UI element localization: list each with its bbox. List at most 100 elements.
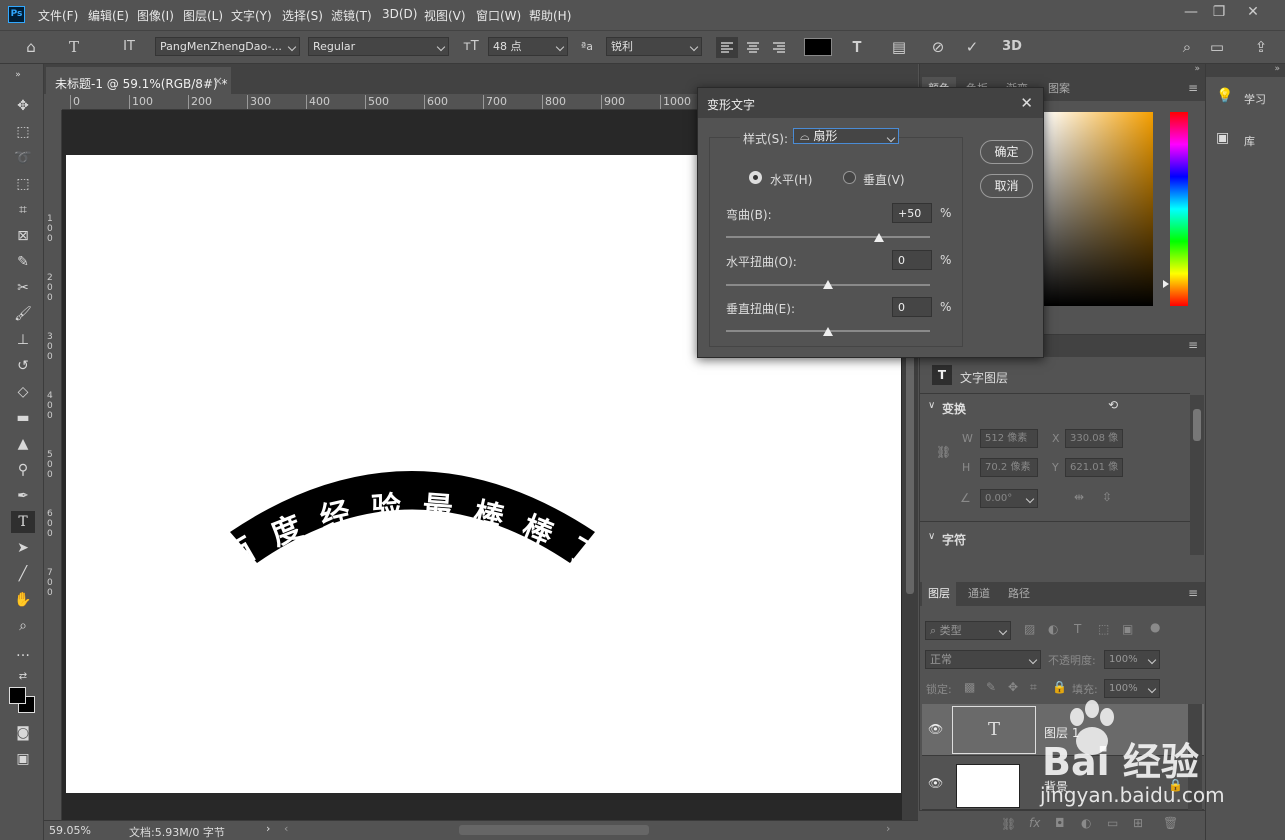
quick-mask-icon[interactable]: ◙ [11,722,35,744]
tab-paths[interactable]: 路径 [1002,582,1036,606]
type-tool-icon[interactable]: T [11,511,35,533]
properties-scrollbar[interactable] [1190,395,1204,555]
menu-view[interactable]: 视图(V) [424,7,466,24]
blend-mode-select[interactable]: 正常 [925,650,1041,669]
line-tool-icon[interactable]: ╱ [11,563,35,585]
blur-tool-icon[interactable]: ▲ [11,433,35,455]
filter-toggle-icon[interactable]: ● [1150,620,1160,634]
frame-tool-icon[interactable]: ⊠ [11,225,35,247]
style-select[interactable]: ⌓ 扇形 [793,128,899,144]
doc-info[interactable]: 文档:5.93M/0 字节 [129,824,225,840]
collapse-tools-icon[interactable]: » [6,64,30,86]
zoom-level[interactable]: 59.05% [49,824,91,837]
filter-pixel-icon[interactable]: ▨ [1024,622,1035,636]
3d-button[interactable]: 3D [1001,36,1023,58]
hue-slider[interactable] [1170,112,1188,306]
brush-tool-icon[interactable]: 🖌 [11,303,35,325]
type-tool-preset-icon[interactable]: T [63,36,85,58]
menu-window[interactable]: 窗口(W) [476,7,521,24]
eyedropper-tool-icon[interactable]: ✎ [11,251,35,273]
menu-file[interactable]: 文件(F) [38,7,78,24]
vertical-distortion-input[interactable]: 0 [892,297,932,317]
lock-transparent-icon[interactable]: ▩ [964,680,975,694]
stamp-tool-icon[interactable]: ⊥ [11,329,35,351]
crop-tool-icon[interactable]: ⌗ [11,199,35,221]
tab-channels[interactable]: 通道 [962,582,996,606]
align-center-button[interactable] [742,37,764,58]
lock-position-icon[interactable]: ✥ [1008,680,1018,694]
properties-menu-icon[interactable]: ≡ [1188,338,1198,352]
x-field[interactable]: 330.08 像 [1065,429,1123,448]
warp-text-icon[interactable]: 𝐓 [846,36,868,58]
vdist-slider-thumb[interactable] [823,327,833,336]
bend-slider-thumb[interactable] [874,233,884,242]
bend-slider[interactable] [726,236,930,238]
fill-field[interactable]: 100% [1104,679,1160,698]
close-window-button[interactable]: ✕ [1240,2,1266,24]
color-panel-menu-icon[interactable]: ≡ [1188,81,1198,95]
swap-colors-icon[interactable]: ⇄ [11,666,35,688]
scroll-left-icon[interactable]: ‹ [284,822,288,835]
lock-pixels-icon[interactable]: ✎ [986,680,996,694]
flip-horizontal-icon[interactable]: ⇹ [1074,490,1084,504]
layers-scrollbar[interactable] [1188,704,1202,810]
character-collapse-icon[interactable]: ∨ [928,531,935,542]
menu-type[interactable]: 文字(Y) [231,7,272,24]
cancel-edit-icon[interactable]: ⊘ [927,36,949,58]
horizontal-radio[interactable] [749,171,762,184]
bend-input[interactable]: +50 [892,203,932,223]
angle-field[interactable]: 0.00° [980,489,1038,508]
commit-edit-icon[interactable]: ✓ [961,36,983,58]
cancel-button[interactable]: 取消 [980,174,1033,198]
marquee-tool-icon[interactable]: ⬚ [11,121,35,143]
filter-smart-icon[interactable]: ▣ [1122,622,1133,636]
menu-help[interactable]: 帮助(H) [529,7,571,24]
home-icon[interactable]: ⌂ [20,36,42,58]
pen-tool-icon[interactable]: ✒ [11,485,35,507]
lasso-tool-icon[interactable]: ➰ [11,147,35,169]
new-group-icon[interactable]: ▭ [1107,816,1118,830]
dodge-tool-icon[interactable]: ⚲ [11,459,35,481]
reset-transform-icon[interactable]: ⟲ [1108,398,1118,412]
horizontal-distortion-input[interactable]: 0 [892,250,932,270]
new-layer-icon[interactable]: ⊞ [1133,816,1143,830]
menu-3d[interactable]: 3D(D) [382,7,417,21]
tab-layers[interactable]: 图层 [922,582,956,610]
visibility-eye-icon[interactable]: 👁 [928,722,943,736]
hand-tool-icon[interactable]: ✋ [11,589,35,611]
eraser-tool-icon[interactable]: ◇ [11,381,35,403]
menu-edit[interactable]: 编辑(E) [88,7,129,24]
library-button[interactable]: ▣ 库 [1210,126,1284,154]
path-select-tool-icon[interactable]: ➤ [11,537,35,559]
flip-vertical-icon[interactable]: ⇳ [1102,490,1112,504]
collapse-panels-icon[interactable]: » [1194,64,1200,74]
transform-collapse-icon[interactable]: ∨ [928,400,935,411]
vertical-radio[interactable] [843,171,856,184]
filter-type-icon[interactable]: T [1074,622,1081,636]
color-field[interactable] [1044,112,1153,306]
screen-mode-icon[interactable]: ▣ [11,748,35,770]
menu-layer[interactable]: 图层(L) [183,7,223,24]
link-layers-icon[interactable]: ⛓ [1001,817,1016,831]
font-style-select[interactable]: Regular [308,37,449,56]
lock-all-icon[interactable]: 🔒 [1052,680,1067,694]
layer-name[interactable]: 图层 1 [1044,724,1079,741]
align-left-button[interactable] [716,37,738,58]
more-tools-icon[interactable]: … [11,641,35,663]
character-panel-icon[interactable]: ▤ [888,36,910,58]
horizontal-label[interactable]: 水平(H) [770,171,812,188]
link-dimensions-icon[interactable]: ⛓ [936,445,951,459]
add-mask-icon[interactable]: ◘ [1055,816,1065,830]
object-select-tool-icon[interactable]: ⬚ [11,173,35,195]
layer-name[interactable]: 背景 [1044,778,1068,795]
layers-menu-icon[interactable]: ≡ [1188,586,1198,600]
new-adjustment-icon[interactable]: ◐ [1081,816,1091,830]
width-field[interactable]: 512 像素 [980,429,1038,448]
history-brush-tool-icon[interactable]: ↺ [11,355,35,377]
menu-filter[interactable]: 滤镜(T) [331,7,372,24]
align-right-button[interactable] [768,37,790,58]
font-size-select[interactable]: 48 点 [488,37,568,56]
learn-button[interactable]: 💡 学习 [1210,84,1284,112]
y-field[interactable]: 621.01 像 [1065,458,1123,477]
document-tab[interactable]: 未标题-1 @ 59.1%(RGB/8#) * × [46,67,231,94]
